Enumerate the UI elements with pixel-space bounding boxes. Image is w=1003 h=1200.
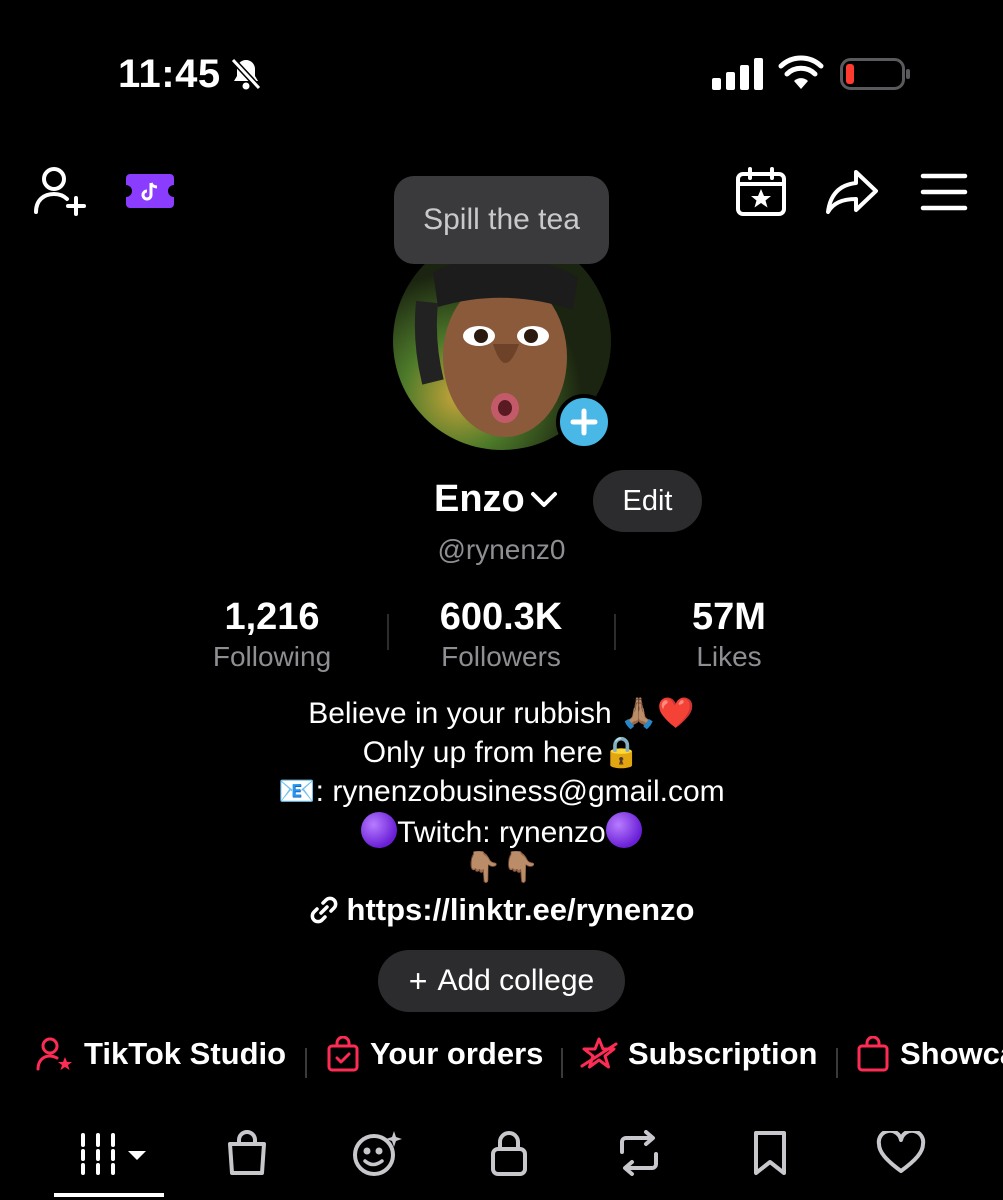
calendar-star-icon[interactable] — [734, 166, 788, 218]
tab-videos[interactable] — [74, 1120, 154, 1186]
subscription-star-icon — [580, 1037, 618, 1069]
shortcut-showcase[interactable]: Showca — [856, 1036, 1003, 1072]
status-time: 11:45 — [118, 52, 221, 96]
tab-favorites[interactable] — [735, 1120, 805, 1186]
stat-label: Likes — [696, 641, 762, 672]
shortcut-subscription[interactable]: Subscription — [580, 1036, 817, 1072]
selected-tab-indicator — [54, 1193, 164, 1197]
bio-email: rynenzobusiness@gmail.com — [332, 775, 725, 808]
tooltip-text: Spill the tea — [423, 203, 580, 236]
tab-liked[interactable] — [866, 1120, 936, 1186]
stat-divider — [387, 614, 389, 650]
tab-shop[interactable] — [212, 1120, 282, 1186]
add-friend-icon[interactable] — [32, 166, 88, 216]
tiktok-ticket-icon[interactable] — [124, 172, 176, 210]
shortcut-divider — [836, 1048, 838, 1078]
bio-twitch: Twitch: rynenzo — [397, 816, 606, 849]
stat-value: 1,216 — [224, 596, 320, 638]
lock-icon — [491, 1131, 527, 1176]
shortcut-divider — [561, 1048, 563, 1078]
bell-muted-icon — [230, 57, 262, 91]
shopping-bag-icon — [228, 1130, 266, 1175]
bio-email-line: 📧: rynenzobusiness@gmail.com — [0, 774, 1003, 809]
add-college-label: Add college — [437, 964, 595, 997]
cellular-signal-icon — [712, 58, 763, 90]
profile-link-text: https://linktr.ee/rynenzo — [346, 892, 695, 927]
tab-ai-self[interactable] — [343, 1120, 413, 1186]
tab-reposts[interactable] — [604, 1120, 674, 1186]
bio-line: Only up from here🔒 — [362, 736, 641, 769]
shortcut-label: TikTok Studio — [84, 1036, 287, 1071]
stat-value: 600.3K — [439, 596, 563, 638]
bio-email-prefix: 📧: — [278, 775, 333, 808]
person-star-icon — [36, 1037, 72, 1071]
bio-twitch-line: Twitch: rynenzo — [0, 812, 1003, 850]
bio-line: 👇🏽👇🏽 — [464, 851, 539, 884]
profile-link[interactable]: https://linktr.ee/rynenzo — [0, 892, 1003, 928]
tab-private[interactable] — [474, 1120, 544, 1186]
sparkle-face-icon — [353, 1131, 402, 1176]
bookmark-icon — [754, 1131, 786, 1175]
repost-icon — [620, 1130, 658, 1176]
menu-icon[interactable] — [920, 170, 968, 214]
shortcut-bar: TikTok Studio Your orders Subscription S… — [0, 1036, 1003, 1088]
add-story-button[interactable] — [556, 394, 612, 450]
purple-circle-icon — [361, 812, 398, 848]
plus-icon — [570, 408, 598, 436]
bio-line: Believe in your rubbish 🙏🏽❤️ — [308, 697, 695, 730]
shortcut-divider — [305, 1048, 307, 1078]
stat-followers[interactable]: 600.3K Followers — [391, 596, 611, 673]
profile-tab-bar — [0, 1120, 1003, 1200]
status-tooltip[interactable]: Spill the tea — [394, 176, 609, 264]
profile-name[interactable]: Enzo — [434, 478, 525, 521]
link-icon — [310, 896, 337, 924]
add-college-button[interactable]: + Add college — [378, 950, 625, 1012]
edit-profile-button[interactable]: Edit — [593, 470, 702, 532]
profile-handle: @rynenz0 — [437, 534, 566, 565]
stat-label: Following — [212, 641, 332, 672]
chevron-down-icon[interactable] — [530, 488, 558, 512]
heart-icon — [876, 1131, 926, 1173]
wifi-icon — [778, 55, 824, 89]
share-icon[interactable] — [824, 166, 880, 216]
shortcut-label: Your orders — [370, 1036, 544, 1071]
plus-icon: + — [408, 962, 428, 999]
stat-label: Followers — [441, 641, 561, 672]
stat-divider — [614, 614, 616, 650]
shortcut-your-orders[interactable]: Your orders — [326, 1036, 543, 1072]
shortcut-tiktok-studio[interactable]: TikTok Studio — [36, 1036, 286, 1072]
stat-value: 57M — [692, 596, 766, 638]
stat-likes[interactable]: 57M Likes — [619, 596, 839, 673]
grid-dropdown-icon — [81, 1133, 146, 1175]
order-bag-icon — [327, 1036, 359, 1072]
purple-circle-icon — [605, 812, 642, 848]
showcase-bag-icon — [857, 1036, 889, 1072]
shortcut-label: Showca — [900, 1036, 1003, 1071]
battery-low-icon — [840, 58, 910, 90]
stat-following[interactable]: 1,216 Following — [162, 596, 382, 673]
shortcut-label: Subscription — [628, 1036, 818, 1071]
